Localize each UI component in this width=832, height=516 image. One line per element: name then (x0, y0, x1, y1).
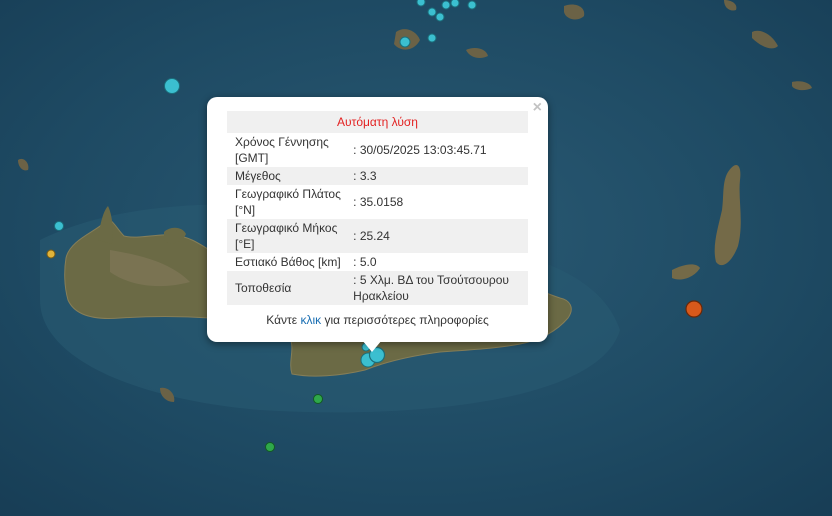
more-suffix: για περισσότερες πληροφορίες (324, 313, 489, 327)
row-label: Τοποθεσία (227, 271, 352, 305)
earthquake-info-table: Αυτόματη λύση Χρόνος Γέννησης [GMT] : 30… (227, 111, 528, 305)
row-label: Εστιακό Βάθος [km] (235, 255, 341, 269)
row-label: Γεωγραφικό Πλάτος [°N] (235, 187, 341, 217)
more-prefix: Κάντε (266, 313, 298, 327)
table-row: Εστιακό Βάθος [km] : 5.0 (227, 253, 528, 271)
earthquake-marker[interactable] (313, 394, 323, 404)
earthquake-marker[interactable] (46, 249, 56, 259)
row-value: : 3.3 (351, 167, 528, 185)
popup-title: Αυτόματη λύση (227, 111, 528, 133)
more-info-link[interactable]: κλικ (300, 313, 321, 327)
earthquake-marker[interactable] (416, 0, 426, 7)
earthquake-marker[interactable] (164, 78, 180, 94)
popup-pointer (362, 340, 382, 352)
earthquake-marker[interactable] (427, 33, 437, 43)
table-row: Τοποθεσία : 5 Χλμ. ΒΔ του Τσούτσουρου Ηρ… (227, 271, 528, 305)
earthquake-marker[interactable] (427, 7, 437, 17)
table-row: Χρόνος Γέννησης [GMT] : 30/05/2025 13:03… (227, 133, 528, 167)
row-label: Χρόνος Γέννησης [GMT] (235, 135, 329, 165)
earthquake-marker[interactable] (265, 442, 275, 452)
table-row: Γεωγραφικό Μήκος [°E] : 25.24 (227, 219, 528, 253)
earthquake-marker[interactable] (450, 0, 460, 8)
more-info-line: Κάντε κλικ για περισσότερες πληροφορίες (207, 313, 548, 327)
row-value: : 35.0158 (353, 195, 404, 209)
earthquake-marker[interactable] (54, 221, 64, 231)
row-value: : 5.0 (353, 255, 377, 269)
earthquake-marker[interactable] (441, 0, 451, 10)
row-value: : 5 Χλμ. ΒΔ του Τσούτσουρου Ηρακλείου (351, 271, 528, 305)
row-value: : 30/05/2025 13:03:45.71 (353, 143, 487, 157)
earthquake-marker[interactable] (467, 0, 477, 10)
earthquake-popup: × Αυτόματη λύση Χρόνος Γέννησης [GMT] : … (207, 97, 548, 342)
earthquake-marker[interactable] (399, 36, 411, 48)
row-label: Μέγεθος (227, 167, 352, 185)
close-button[interactable]: × (533, 99, 542, 117)
table-row: Γεωγραφικό Πλάτος [°N] : 35.0158 (227, 185, 528, 219)
table-row: Μέγεθος : 3.3 (227, 167, 528, 185)
row-label: Γεωγραφικό Μήκος [°E] (227, 219, 352, 253)
earthquake-marker[interactable] (685, 300, 703, 318)
row-value: : 25.24 (351, 219, 528, 253)
earthquake-marker[interactable] (435, 12, 445, 22)
